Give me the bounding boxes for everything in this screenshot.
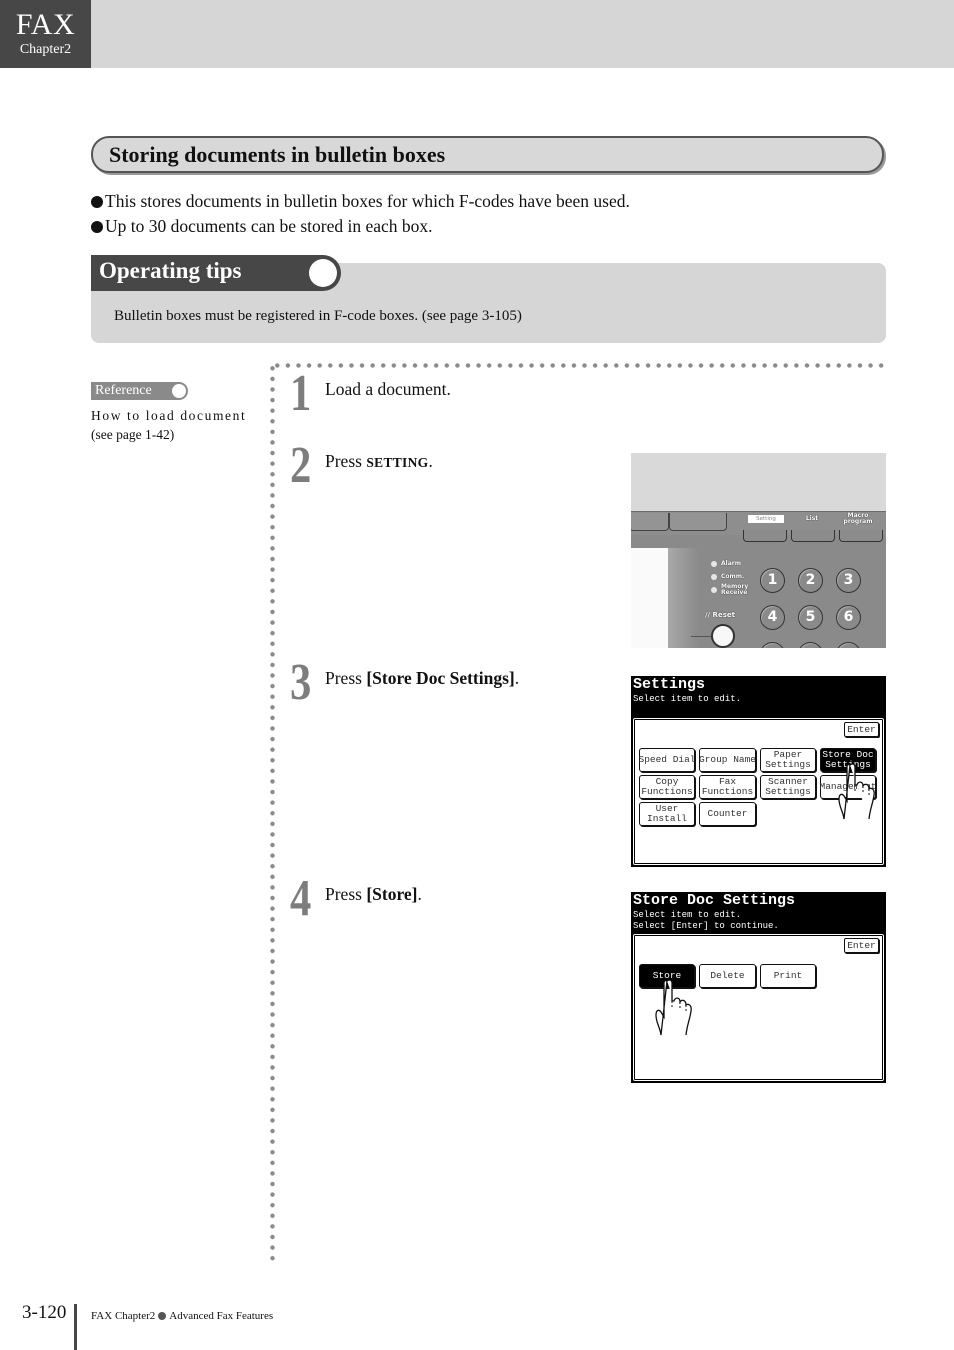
store-doc-screen-subtitle: Select [Enter] to continue. (633, 921, 779, 931)
bullet-item: This stores documents in bulletin boxes … (91, 189, 630, 214)
pointing-hand-icon (838, 763, 875, 820)
reference-badge: Reference (91, 382, 188, 400)
number-key: 6 (836, 605, 861, 630)
reset-line (691, 636, 711, 637)
operating-tips-title: Operating tips (99, 258, 242, 283)
section-title: Storing documents in bulletin boxes (109, 142, 446, 167)
alarm-led-icon (711, 561, 717, 567)
list-key-label: List (805, 515, 819, 522)
circle-icon (309, 259, 337, 287)
step-number: 2 (290, 437, 312, 494)
memory-led-icon (711, 587, 717, 593)
step-suffix: . (428, 451, 433, 471)
reset-button (711, 624, 735, 648)
step-text: Press SETTING. (325, 451, 433, 472)
step-instruction: Press (325, 668, 367, 688)
number-key: 4 (760, 605, 785, 630)
step-number: 1 (290, 365, 312, 422)
step-instruction: Press (325, 884, 367, 904)
bullet-text: This stores documents in bulletin boxes … (105, 191, 630, 211)
running-footer: FAX Chapter2 Advanced Fax Features (91, 1310, 273, 1322)
section-title-bar: Storing documents in bulletin boxes (91, 136, 884, 173)
setting-key-label: Setting (748, 515, 784, 523)
store-doc-screen-subtitle: Select item to edit. (633, 910, 742, 920)
intro-bullets: This stores documents in bulletin boxes … (91, 189, 630, 239)
setting-key (743, 530, 787, 542)
number-key: 2 (798, 568, 823, 593)
footer-chapter: FAX Chapter2 (91, 1310, 156, 1322)
number-key: 1 (760, 568, 785, 593)
speed-dial-button[interactable]: Speed Dial (639, 748, 696, 772)
comm-label: Comm. (721, 573, 745, 580)
step-instruction: Load a document. (325, 379, 451, 399)
macro-key-label: Macro program (843, 512, 873, 525)
step-text: Press [Store Doc Settings]. (325, 668, 519, 689)
settings-screen-body: Enter Speed Dial Group Name Paper Settin… (632, 717, 885, 866)
step-key: SETTING (366, 455, 429, 470)
bullet-icon (91, 220, 103, 233)
alarm-label: Alarm (721, 560, 741, 567)
step-suffix: . (514, 668, 520, 688)
step-number: 3 (290, 654, 312, 711)
reference-page-link: (see page 1-42) (91, 427, 175, 442)
reference-line: How to load document (91, 408, 247, 423)
bullet-text: Up to 30 documents can be stored in each… (105, 216, 433, 236)
print-button[interactable]: Print (760, 964, 816, 988)
footer-section: Advanced Fax Features (169, 1310, 274, 1322)
step-key: [Store] (366, 884, 418, 904)
reference-text: How to load document (see page 1-42) (91, 406, 246, 444)
panel-slot (631, 513, 669, 531)
bullet-item: Up to 30 documents can be stored in each… (91, 214, 630, 239)
store-doc-screen-body: Enter Store Delete Print (632, 933, 885, 1082)
header-band (0, 0, 954, 68)
settings-screen: Settings Select item to edit. Enter Spee… (631, 676, 886, 867)
memory-receive-label: Memory Receive (721, 583, 749, 596)
panel-bevel (668, 548, 698, 648)
page-number-bar (74, 1304, 77, 1350)
settings-screen-title: Settings (633, 676, 706, 693)
copy-functions-button[interactable]: Copy Functions (639, 775, 695, 799)
step-suffix: . (417, 884, 422, 904)
operating-tips-tab: Operating tips (91, 255, 341, 291)
store-doc-screen-title: Store Doc Settings (633, 892, 796, 909)
step-instruction: Press (325, 451, 367, 471)
step-text: Load a document. (325, 379, 451, 400)
delete-button[interactable]: Delete (699, 964, 756, 988)
chapter-title: FAX (15, 8, 76, 41)
operating-tips-text: Bulletin boxes must be registered in F-c… (114, 308, 522, 324)
enter-button[interactable]: Enter (844, 938, 879, 953)
fax-functions-button[interactable]: Fax Functions (699, 775, 756, 799)
control-panel-photo: Setting List Macro program Alarm Comm. M… (631, 453, 886, 648)
macro-key (839, 530, 883, 542)
counter-button[interactable]: Counter (699, 802, 756, 826)
pointing-hand-icon (655, 979, 692, 1036)
number-key: 5 (798, 605, 823, 630)
step-text: Press [Store]. (325, 884, 422, 905)
step-number: 4 (290, 870, 312, 927)
panel-screen (631, 548, 668, 648)
store-doc-settings-screen: Store Doc Settings Select item to edit. … (631, 892, 886, 1083)
page-number: 3-120 (22, 1302, 67, 1323)
dotted-divider-horizontal (272, 363, 888, 368)
panel-slot (669, 513, 727, 531)
group-name-button[interactable]: Group Name (699, 748, 756, 772)
bullet-icon (158, 1312, 167, 1320)
circle-icon (172, 384, 186, 398)
number-key: 3 (836, 568, 861, 593)
list-key (791, 530, 835, 542)
dotted-divider-vertical (270, 363, 275, 1261)
paper-settings-button[interactable]: Paper Settings (760, 748, 816, 772)
step-key: [Store Doc Settings] (366, 668, 515, 688)
comm-led-icon (711, 574, 717, 580)
scanner-settings-button[interactable]: Scanner Settings (760, 775, 816, 799)
reference-label: Reference (95, 383, 152, 398)
bullet-icon (91, 195, 103, 208)
settings-screen-subtitle: Select item to edit. (633, 694, 742, 704)
user-install-button[interactable]: User Install (639, 802, 695, 826)
enter-button[interactable]: Enter (844, 722, 879, 737)
reset-label: // Reset (705, 611, 735, 619)
chapter-tab: FAX Chapter2 (0, 0, 91, 68)
chapter-label: Chapter2 (19, 42, 72, 57)
